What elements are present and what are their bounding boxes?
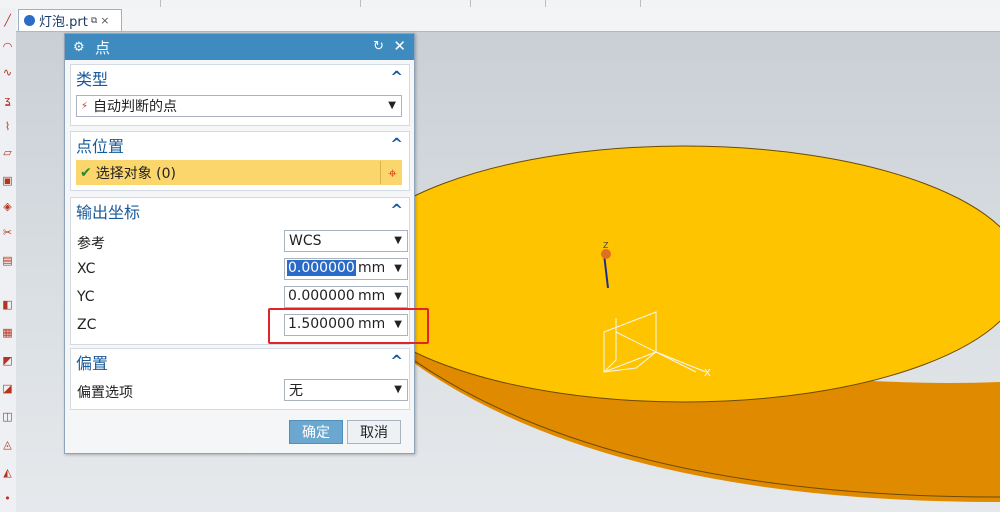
dialog-title: 点 (95, 38, 111, 57)
revolve-tool-icon[interactable]: ◈ (1, 200, 14, 213)
toolbar-divider (470, 0, 471, 7)
block-tool-icon[interactable]: ▣ (1, 174, 14, 187)
offset-option-label: 偏置选项 (77, 385, 133, 401)
dialog-title-bar: ⚙ 点 ↻ ✕ (65, 34, 414, 60)
offset-option-value: 无 (289, 383, 303, 399)
arc-tool-icon[interactable]: ◠ (1, 40, 14, 53)
curve-tool-icon[interactable]: ∿ (1, 66, 14, 79)
offset-option-select[interactable]: 无 ▼ (284, 379, 408, 401)
offset-section-header[interactable]: 偏置 ^ (71, 349, 409, 375)
yc-unit: mm (358, 288, 384, 304)
output-coords-title: 输出坐标 (76, 203, 141, 222)
document-tab-bar: 灯泡.prt ⧉ × (16, 8, 1000, 32)
yc-input[interactable]: 0.000000 mm ▼ (284, 286, 408, 308)
xc-input[interactable]: 0.000000 mm ▼ (284, 258, 408, 280)
toolbar-divider (360, 0, 361, 7)
close-tab-icon[interactable]: × (100, 14, 109, 27)
collapse-caret-icon[interactable]: ^ (390, 135, 403, 153)
ok-button[interactable]: 确定 (289, 420, 343, 444)
point-tool-icon[interactable]: • (1, 492, 14, 505)
unit-dropdown-arrow-icon[interactable]: ▼ (394, 263, 402, 274)
sketch-tool-icon[interactable]: ⌇ (1, 120, 14, 133)
point-marker (601, 249, 611, 259)
pin-icon[interactable]: ⧉ (91, 16, 97, 26)
surface-tool-icon[interactable]: ◧ (1, 298, 14, 311)
check-icon: ✔ (80, 164, 92, 181)
loft-tool-icon[interactable]: ◪ (1, 382, 14, 395)
xc-label: XC (77, 261, 96, 277)
unit-dropdown-arrow-icon[interactable]: ▼ (394, 291, 402, 302)
sweep-tool-icon[interactable]: ◩ (1, 354, 14, 367)
yc-value: 0.000000 (288, 288, 355, 304)
point-type-select[interactable]: ⚡ 自动判断的点 ▼ (76, 95, 402, 117)
trim-tool-icon[interactable]: ✂ (1, 226, 14, 239)
reference-select[interactable]: WCS ▼ (284, 230, 408, 252)
output-coords-header[interactable]: 输出坐标 ^ (71, 198, 409, 224)
collapse-caret-icon[interactable]: ^ (390, 201, 403, 219)
point-dialog: ⚙ 点 ↻ ✕ 类型 ^ ⚡ 自动判断的点 ▼ 点位置 ^ ✔ 选择对象 (0)… (64, 33, 415, 454)
toolbar-divider (545, 0, 546, 7)
toolbar-divider (640, 0, 641, 7)
xc-value: 0.000000 (287, 260, 356, 276)
tab-title: 灯泡.prt (39, 15, 88, 30)
point-location-title: 点位置 (76, 137, 125, 156)
mesh-tool-icon[interactable]: ▦ (1, 326, 14, 339)
select-object-label: 选择对象 (0) (95, 165, 177, 182)
gear-icon[interactable]: ⚙ (73, 40, 87, 55)
line-tool-icon[interactable]: ╱ (1, 14, 14, 27)
z-axis-label: Z (603, 241, 609, 250)
extrude-tool-icon[interactable]: ▱ (1, 146, 14, 159)
chamfer-tool-icon[interactable]: ◬ (1, 438, 14, 451)
reference-label: 参考 (77, 236, 105, 252)
shell-tool-icon[interactable]: ▤ (1, 254, 14, 267)
offset-tool-icon[interactable]: ◭ (1, 466, 14, 479)
toolbar-divider (160, 0, 161, 7)
zc-label: ZC (77, 317, 97, 333)
part-file-icon (24, 15, 35, 26)
point-dialog-crosshair-icon[interactable]: ⌖ (380, 161, 404, 184)
offset-section-title: 偏置 (76, 354, 109, 373)
type-section: 类型 ^ ⚡ 自动判断的点 ▼ (70, 64, 410, 126)
close-icon[interactable]: ✕ (393, 37, 406, 55)
select-object-row[interactable]: ✔ 选择对象 (0) ⌖ (76, 160, 402, 185)
yc-label: YC (77, 289, 95, 305)
left-toolbar: ╱ ◠ ∿ ʓ ⌇ ▱ ▣ ◈ ✂ ▤ ◧ ▦ ◩ ◪ ◫ ◬ ◭ • (0, 8, 17, 512)
reference-value: WCS (289, 233, 322, 249)
reset-icon[interactable]: ↻ (373, 39, 384, 54)
cancel-button[interactable]: 取消 (347, 420, 401, 444)
collapse-caret-icon[interactable]: ^ (390, 352, 403, 370)
tab-document[interactable]: 灯泡.prt ⧉ × (18, 9, 122, 31)
blend-tool-icon[interactable]: ◫ (1, 410, 14, 423)
cylinder-top-face (343, 145, 1000, 403)
xc-unit: mm (358, 260, 384, 276)
x-axis-label: X (704, 368, 711, 379)
point-type-value: 自动判断的点 (93, 99, 178, 115)
spline-tool-icon[interactable]: ʓ (1, 94, 14, 107)
zc-annotation-box (268, 308, 429, 344)
inferred-point-icon: ⚡ (81, 100, 89, 112)
collapse-caret-icon[interactable]: ^ (390, 68, 403, 86)
point-location-header[interactable]: 点位置 ^ (71, 132, 409, 158)
type-section-title: 类型 (76, 70, 109, 89)
point-location-section: 点位置 ^ ✔ 选择对象 (0) ⌖ (70, 131, 410, 191)
offset-section: 偏置 ^ 偏置选项 无 ▼ (70, 348, 410, 410)
dropdown-arrow-icon: ▼ (394, 235, 402, 246)
type-section-header[interactable]: 类型 ^ (71, 65, 409, 91)
dropdown-arrow-icon: ▼ (394, 384, 402, 395)
dropdown-arrow-icon: ▼ (388, 100, 396, 111)
